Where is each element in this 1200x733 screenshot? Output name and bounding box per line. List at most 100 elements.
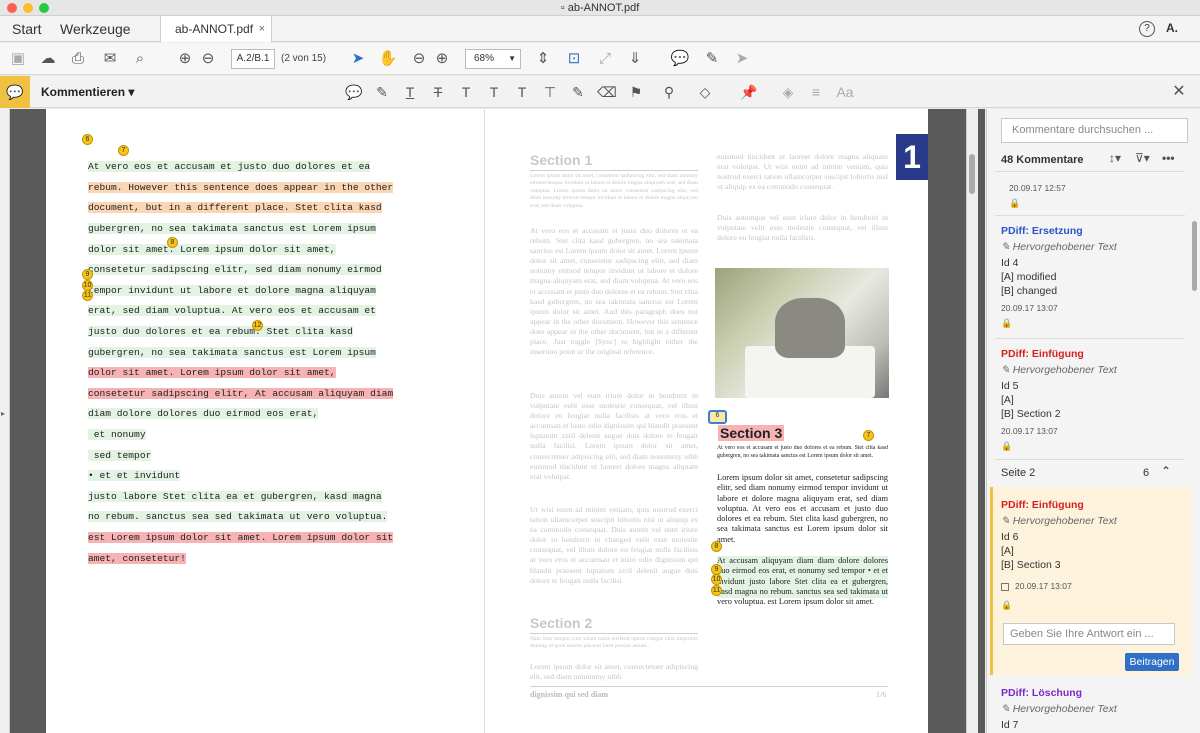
pdf-file-icon: ▫ xyxy=(560,2,568,14)
help-icon[interactable]: ? xyxy=(1139,21,1155,37)
read-mode-icon[interactable]: ⇓ xyxy=(625,49,645,69)
print-icon[interactable]: ⎙ xyxy=(68,49,88,69)
shapes-icon[interactable]: ◇ xyxy=(696,83,714,101)
close-comment-toolbar-icon[interactable]: ✕ xyxy=(1170,83,1188,101)
fill-color-icon[interactable]: ◈ xyxy=(779,83,797,101)
comment-kind-label: Hervorgehobener Text xyxy=(1012,703,1117,715)
zoom-select[interactable]: 68% ▼ xyxy=(465,49,521,69)
pen-icon: ✎ xyxy=(1001,241,1013,253)
strikethrough-text-icon[interactable]: T xyxy=(429,83,447,101)
comment-line: [B] Section 3 xyxy=(1001,559,1061,571)
upload-icon[interactable]: ☁ xyxy=(38,49,58,69)
annotation-marker[interactable]: 10 xyxy=(711,574,722,585)
checkbox[interactable] xyxy=(1001,582,1009,591)
insert-text-icon[interactable]: T xyxy=(485,83,503,101)
text-line: est Lorem ipsum dolor sit amet. Lorem ip… xyxy=(88,531,394,543)
comment-search-input[interactable]: Kommentare durchsuchen ... xyxy=(1001,118,1188,143)
font-icon[interactable]: Aa xyxy=(836,83,854,101)
kitten-image xyxy=(715,268,889,398)
tab-tools[interactable]: Werkzeuge xyxy=(60,16,131,42)
comment-card[interactable]: PDiff: Löschung ✎ Hervorgehobener Text I… xyxy=(1001,687,1191,731)
section-2-paragraph: Lorem ipsum dolor sit amet, consectetuer… xyxy=(530,662,698,682)
text-line: diam dolore dolores duo eirmod eos erat, xyxy=(88,408,319,420)
comment-line: [A] xyxy=(1001,545,1014,557)
annotation-marker[interactable]: 11 xyxy=(82,290,93,301)
annotation-marker[interactable]: 6 xyxy=(82,134,93,145)
tab-start[interactable]: Start xyxy=(12,16,42,42)
text-box-icon[interactable]: ⊤ xyxy=(541,83,559,101)
select-pointer-icon[interactable]: ➤ xyxy=(348,49,368,69)
zoom-out-icon[interactable]: ⊖ xyxy=(409,49,429,69)
page-down-icon[interactable]: ⊖ xyxy=(198,49,218,69)
zoom-value: 68% xyxy=(474,53,495,64)
comments-panel: Kommentare durchsuchen ... 48 Kommentare… xyxy=(986,109,1200,733)
mail-icon[interactable]: ✉ xyxy=(100,49,120,69)
comment-title: PDiff: Einfügung xyxy=(1001,499,1084,511)
section-3-paragraph-2: At accusam aliquyam diam diam dolore dol… xyxy=(717,556,888,640)
left-page-text: At vero eos et accusam et justo duo dolo… xyxy=(88,152,394,574)
pen-icon: ✎ xyxy=(1001,703,1013,715)
text-line: erat, sed diam voluptua. At vero eos et … xyxy=(88,305,376,317)
pencil-icon[interactable]: ✎ xyxy=(569,83,587,101)
sort-icon[interactable]: ↕▾ xyxy=(1109,151,1121,165)
stamp-icon[interactable]: ⚑ xyxy=(627,83,645,101)
fit-page-icon[interactable]: ⊡ xyxy=(564,49,584,69)
comment-icon[interactable]: 💬 xyxy=(670,49,690,69)
pen-icon: ✎ xyxy=(1001,364,1013,376)
page-group-label[interactable]: Seite 2 xyxy=(1001,467,1035,479)
comment-line: [B] changed xyxy=(1001,285,1058,297)
annotation-marker[interactable]: 12 xyxy=(252,320,263,331)
annotation-marker[interactable]: 8 xyxy=(167,237,178,248)
text-line: rebum. However this sentence does appear… xyxy=(88,181,394,193)
chevron-up-icon[interactable]: ⌃ xyxy=(1161,464,1171,478)
text-line: no rebum. sanctus sea sed takimata ut ve… xyxy=(88,511,388,523)
submit-reply-button[interactable]: Beitragen xyxy=(1125,653,1179,671)
zoom-window-button[interactable] xyxy=(39,3,49,13)
close-tab-icon[interactable]: × xyxy=(259,16,265,42)
annotation-marker[interactable]: 9 xyxy=(82,269,93,280)
close-window-button[interactable] xyxy=(7,3,17,13)
reply-input[interactable]: Geben Sie Ihre Antwort ein ... xyxy=(1003,623,1175,645)
comment-mode-label[interactable]: Kommentieren ▾ xyxy=(41,76,134,108)
comment-title: PDiff: Einfügung xyxy=(1001,348,1084,360)
eraser-icon[interactable]: ⌫ xyxy=(597,83,617,101)
account-icon[interactable]: A. xyxy=(1166,21,1178,35)
comment-line: [A] xyxy=(1001,394,1014,406)
annotation-marker[interactable]: 6 xyxy=(712,411,723,422)
annotation-marker[interactable]: 11 xyxy=(711,585,722,596)
minimize-window-button[interactable] xyxy=(23,3,33,13)
pen-icon[interactable]: ✎ xyxy=(702,49,722,69)
save-icon[interactable]: ▣ xyxy=(8,49,28,69)
zoom-in-icon[interactable]: ⊕ xyxy=(432,49,452,69)
hand-tool-icon[interactable]: ✋ xyxy=(378,49,398,69)
comment-line: [B] Section 2 xyxy=(1001,408,1061,420)
page-number-input[interactable]: A.2/B.1 xyxy=(231,49,275,69)
comment-card[interactable]: PDiff: Ersetzung ✎ Hervorgehobener Text … xyxy=(1001,225,1191,329)
fullscreen-icon[interactable]: ⤢ xyxy=(595,49,615,69)
annotation-marker[interactable]: 8 xyxy=(711,541,722,552)
pin-icon[interactable]: 📌 xyxy=(740,83,758,101)
attach-icon[interactable]: ⚲ xyxy=(660,83,678,101)
filter-icon[interactable]: ⊽▾ xyxy=(1135,151,1150,165)
more-options-icon[interactable]: ••• xyxy=(1162,151,1175,165)
comment-card[interactable]: PDiff: Einfügung ✎ Hervorgehobener Text … xyxy=(1001,348,1191,452)
underline-text-icon[interactable]: T xyxy=(401,83,419,101)
scroll-mode-icon[interactable]: ⇕ xyxy=(533,49,553,69)
replace-text-icon[interactable]: T xyxy=(457,83,475,101)
document-scrollbar[interactable] xyxy=(966,109,978,733)
highlight-icon[interactable]: ✎ xyxy=(373,83,391,101)
sticky-note-icon[interactable]: 💬 xyxy=(345,83,363,101)
tab-document[interactable]: ab-ANNOT.pdf × xyxy=(160,16,272,42)
line-style-icon[interactable]: ≡ xyxy=(807,83,825,101)
page-up-icon[interactable]: ⊕ xyxy=(175,49,195,69)
scrollbar-thumb[interactable] xyxy=(969,154,975,194)
comment-kind: ✎ Hervorgehobener Text xyxy=(1001,515,1191,527)
search-icon[interactable]: ⌕ xyxy=(130,49,150,69)
panel-scrollbar-thumb[interactable] xyxy=(1192,221,1197,291)
annotation-marker[interactable]: 7 xyxy=(863,430,874,441)
comment-mode-icon[interactable]: 💬 xyxy=(0,76,30,108)
left-panel-toggle[interactable]: ▸ xyxy=(0,109,10,733)
add-text-icon[interactable]: T xyxy=(513,83,531,101)
annotation-marker[interactable]: 7 xyxy=(118,145,129,156)
share-pointer-icon[interactable]: ➤ xyxy=(732,49,752,69)
